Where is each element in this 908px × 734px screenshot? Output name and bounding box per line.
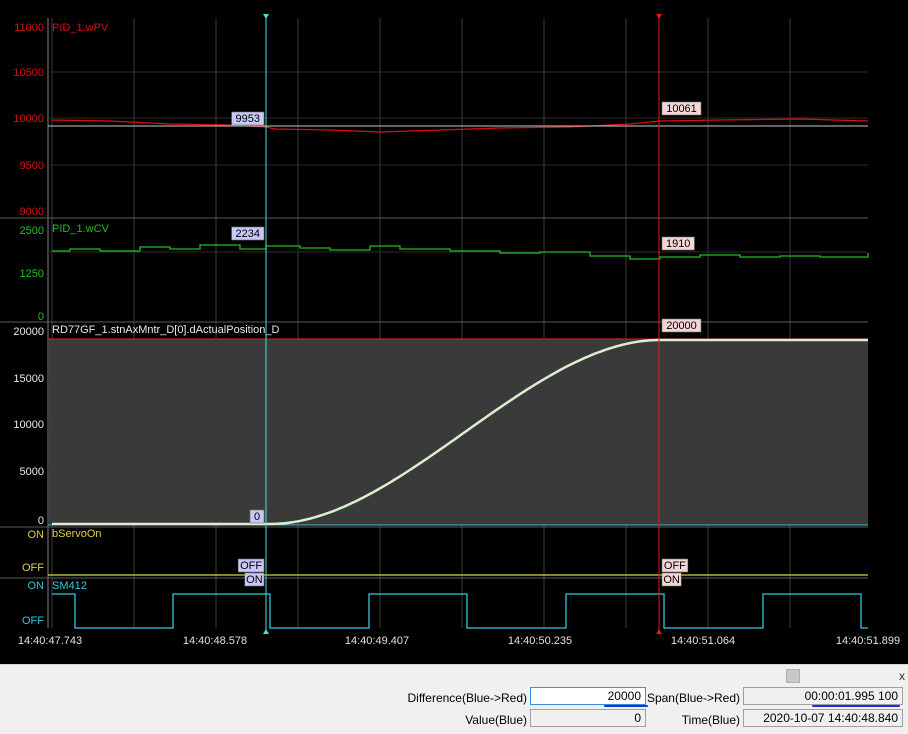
cursor-blue-value-pos: 0 [254, 511, 260, 523]
cursor-blue-value-sm: ON [246, 574, 263, 586]
cursor-blue-value-pv: 9953 [236, 113, 260, 125]
time-label: Time(Blue) [681, 713, 740, 727]
series-label-pos: RD77GF_1.stnAxMntr_D[0].dActualPosition_… [52, 324, 279, 336]
span-underline-annotation [812, 705, 900, 707]
series-label-pv: PID_1.wPV [52, 22, 109, 34]
axis-tick-label-pv: 10000 [13, 113, 44, 125]
axis-tick-label-sm: ON [28, 580, 45, 592]
axis-tick-label-pos: 5000 [20, 466, 44, 478]
time-axis-label: 14:40:51.064 [671, 635, 735, 647]
value-label: Value(Blue) [465, 713, 527, 727]
axis-tick-label-pv: 9500 [20, 160, 44, 172]
difference-label: Difference(Blue->Red) [407, 691, 527, 705]
series-label-sm: SM412 [52, 580, 87, 592]
axis-tick-label-cv: 2500 [20, 225, 44, 237]
axis-tick-label-servo: OFF [22, 562, 44, 574]
cursor-blue-value-servo: OFF [240, 560, 262, 572]
axis-tick-label-pos: 10000 [13, 419, 44, 431]
position-fill-area [49, 339, 868, 525]
cursor-red-value-pv: 10061 [666, 103, 697, 115]
axis-tick-label-pos: 20000 [13, 326, 44, 338]
cursor-blue-value-cv: 2234 [236, 228, 260, 240]
time-axis-label: 14:40:49.407 [345, 635, 409, 647]
span-field[interactable]: 00:00:01.995 100 [743, 687, 903, 705]
axis-tick-label-pv: 10500 [13, 67, 44, 79]
axis-tick-label-cv: 1250 [20, 268, 44, 280]
axis-tick-label-servo: ON [28, 529, 45, 541]
cursor-blue-top-marker [263, 14, 269, 19]
series-label-servo: bServoOn [52, 528, 102, 540]
difference-underline-annotation [604, 705, 648, 707]
cursor-blue-bottom-marker [263, 629, 269, 634]
cursor-red-value-sm: ON [663, 574, 680, 586]
time-field[interactable]: 2020-10-07 14:40:48.840 [743, 709, 903, 727]
axis-tick-label-pos: 15000 [13, 373, 44, 385]
scroll-thumb[interactable] [786, 669, 800, 683]
axis-tick-label-pv: 11000 [14, 22, 44, 34]
span-label: Span(Blue->Red) [646, 691, 740, 705]
time-axis-label: 14:40:51.899 [836, 635, 900, 647]
axis-tick-label-sm: OFF [22, 615, 44, 627]
cursor-red-top-marker [656, 14, 662, 19]
trend-plot-svg[interactable]: 11000 10500 10000 9500 9000 2500 1250 0 20000 150… [0, 0, 908, 664]
series-label-cv: PID_1.wCV [52, 223, 110, 235]
axis-tick-label-pv: 9000 [20, 206, 44, 218]
time-axis-label: 14:40:47.743 [18, 635, 82, 647]
cursor-red-value-cv: 1910 [666, 238, 690, 250]
axis-tick-label-cv: 0 [38, 311, 44, 323]
axis-tick-label-pos: 0 [38, 515, 44, 527]
cursor-red-value-servo: OFF [664, 560, 686, 572]
cursor-red-value-pos: 20000 [666, 320, 697, 332]
trend-graph[interactable]: 11000 10500 10000 9500 9000 2500 1250 0 20000 150… [0, 0, 908, 664]
cursor-info-panel: x Difference(Blue->Red) 20000 Span(Blue-… [0, 664, 908, 734]
time-axis-label: 14:40:50.235 [508, 635, 572, 647]
trace-sm412 [52, 593, 868, 629]
time-axis-label: 14:40:48.578 [183, 635, 247, 647]
cursor-red-bottom-marker [656, 629, 662, 634]
close-icon[interactable]: x [899, 669, 905, 683]
